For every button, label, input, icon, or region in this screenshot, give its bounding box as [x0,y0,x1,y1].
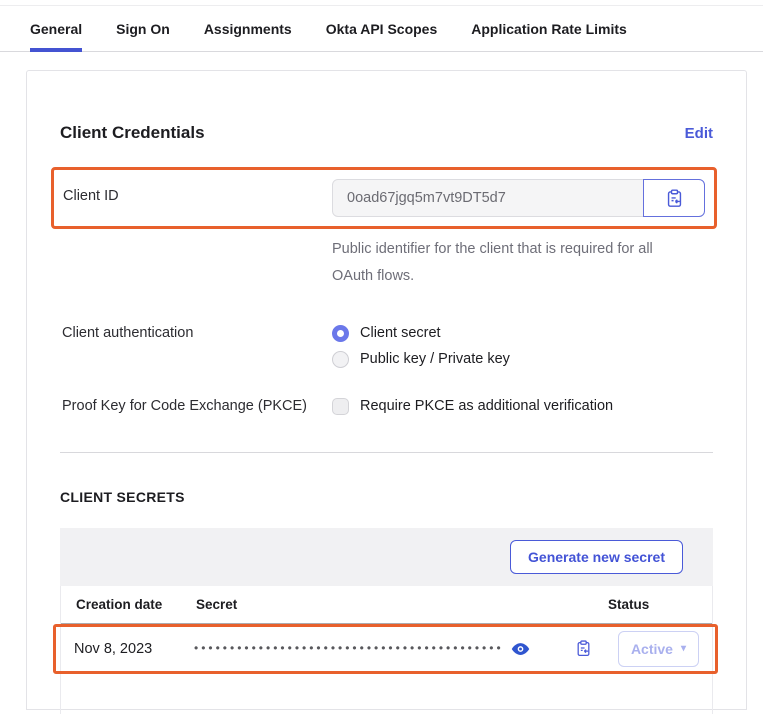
client-id-field-group [332,179,705,217]
tab-application-rate-limits[interactable]: Application Rate Limits [471,6,627,52]
edit-button[interactable]: Edit [685,125,713,142]
tab-sign-on[interactable]: Sign On [116,6,170,52]
app-tab-bar: General Sign On Assignments Okta API Sco… [0,6,763,52]
secret-status-dropdown[interactable]: Active ▾ [618,631,699,667]
client-id-row: Client ID [63,179,709,217]
section-divider [60,452,713,453]
tab-general[interactable]: General [30,6,82,52]
tab-assignments[interactable]: Assignments [204,6,292,52]
tab-okta-api-scopes[interactable]: Okta API Scopes [326,6,438,52]
radio-unselected-icon[interactable] [332,351,349,368]
radio-option-public-private-key[interactable]: Public key / Private key [332,351,510,368]
clipboard-paste-icon [575,640,592,657]
client-secrets-toolbar: Generate new secret [60,528,713,586]
pkce-label: Proof Key for Code Exchange (PKCE) [60,397,332,414]
clipboard-paste-icon [665,189,684,208]
section-title-client-credentials: Client Credentials [60,123,205,143]
table-row: Nov 8, 2023 ••••••••••••••••••••••••••••… [61,627,711,671]
secret-row-highlight-box: Nov 8, 2023 ••••••••••••••••••••••••••••… [53,624,718,674]
client-id-highlight-box: Client ID [51,167,717,229]
client-secrets-table: Creation date Secret Status Nov 8, 2023 … [60,586,713,714]
reveal-secret-button[interactable] [509,640,532,658]
pkce-row: Proof Key for Code Exchange (PKCE) Requi… [60,397,713,415]
caret-down-icon: ▾ [681,643,686,654]
checkbox-unchecked-icon[interactable] [332,398,349,415]
secret-cell: ••••••••••••••••••••••••••••••••••••••••… [194,640,561,658]
table-footer-space [61,674,712,714]
radio-selected-icon[interactable] [332,325,349,342]
pkce-options: Require PKCE as additional verification [332,397,613,415]
masked-secret-value: ••••••••••••••••••••••••••••••••••••••••… [194,641,504,655]
radio-label: Client secret [360,325,441,341]
checkbox-label: Require PKCE as additional verification [360,398,613,414]
general-settings-card: Client Credentials Edit Client ID [26,70,747,710]
copy-client-id-button[interactable] [643,179,705,217]
client-id-input[interactable] [332,179,644,217]
copy-secret-button[interactable] [573,638,594,659]
client-credentials-header: Client Credentials Edit [60,123,713,143]
secret-creation-date: Nov 8, 2023 [74,641,194,657]
radio-label: Public key / Private key [360,351,510,367]
status-badge: Active [631,641,673,657]
client-id-help-text: Public identifier for the client that is… [332,236,668,290]
table-header-row: Creation date Secret Status [61,586,712,624]
eye-icon [511,642,530,656]
checkbox-option-require-pkce[interactable]: Require PKCE as additional verification [332,398,613,415]
section-title-client-secrets: CLIENT SECRETS [60,489,713,505]
client-authentication-label: Client authentication [60,324,332,341]
client-id-label: Client ID [63,179,332,204]
column-header-creation-date: Creation date [76,597,196,612]
generate-new-secret-button[interactable]: Generate new secret [510,540,683,574]
column-header-status: Status [606,597,712,612]
radio-option-client-secret[interactable]: Client secret [332,325,510,342]
client-authentication-row: Client authentication Client secret Publ… [60,324,713,368]
column-header-secret: Secret [196,597,562,612]
client-authentication-options: Client secret Public key / Private key [332,324,510,368]
